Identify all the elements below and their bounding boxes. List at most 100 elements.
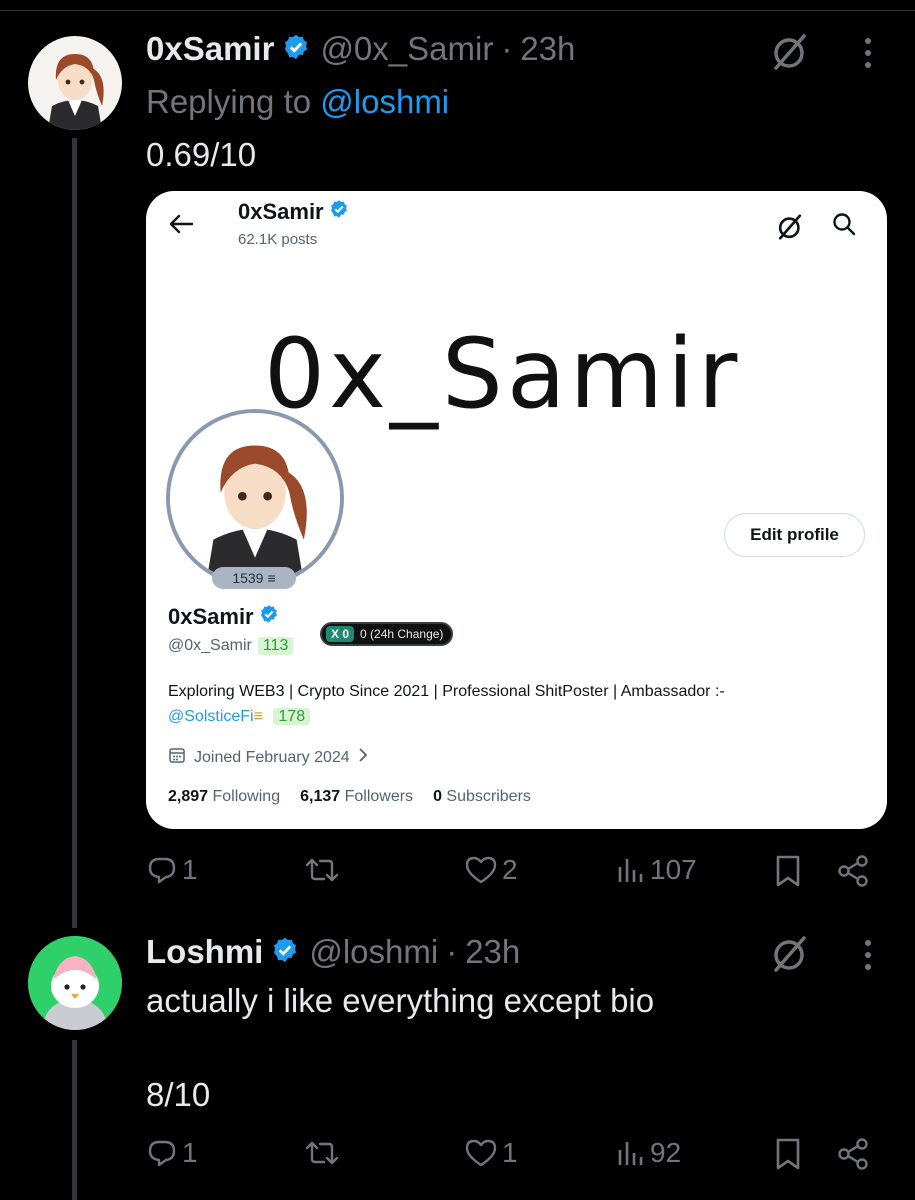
tweet-actions: 1 1 92	[146, 1137, 876, 1177]
search-icon	[831, 211, 857, 242]
reply-button[interactable]: 1	[146, 1137, 198, 1169]
card-header-name: 0xSamir	[238, 199, 349, 225]
avatar-badge-count: 1539	[232, 570, 264, 586]
stack-icon: ≡	[267, 570, 276, 586]
like-icon	[464, 854, 498, 886]
views-count: 92	[650, 1137, 682, 1168]
verified-icon	[329, 199, 349, 225]
following-count: 2,897	[168, 788, 209, 805]
grok-icon[interactable]	[770, 32, 810, 77]
replying-prefix: Replying to	[146, 83, 312, 120]
joined-text: Joined February 2024	[194, 748, 350, 766]
reply-count: 1	[182, 854, 198, 885]
followers-count: 6,137	[300, 788, 341, 805]
views-count: 107	[650, 854, 697, 885]
handle[interactable]: @loshmi	[309, 933, 438, 971]
replying-mention[interactable]: @loshmi	[320, 83, 449, 120]
bookmark-icon	[774, 1137, 802, 1171]
change-pill-score: X 0	[326, 626, 355, 642]
stack-icon: ≡	[253, 708, 263, 725]
verified-icon	[282, 33, 310, 66]
share-button[interactable]	[836, 1137, 870, 1171]
subscribers-label: Subscribers	[446, 788, 531, 805]
avatar[interactable]	[28, 936, 122, 1030]
embedded-profile-image[interactable]: 0xSamir 62.1K posts 0x_Samir 1539 ≡ Edit…	[146, 191, 887, 829]
calendar-icon	[168, 746, 186, 769]
separator-dot: ·	[501, 30, 513, 67]
change-pill-text: 0 (24h Change)	[360, 627, 444, 641]
verified-icon	[259, 604, 279, 630]
share-button[interactable]	[836, 854, 870, 888]
handle-score-chip: 113	[257, 637, 294, 655]
banner-text: 0x_Samir	[264, 318, 741, 430]
verified-icon	[271, 936, 299, 969]
card-display-name: 0xSamir	[168, 604, 279, 630]
reply-icon	[146, 1137, 178, 1169]
edit-profile-button: Edit profile	[724, 513, 865, 557]
tweet-actions: 1 2 107	[146, 854, 876, 894]
like-icon	[464, 1137, 498, 1169]
followers-label: Followers	[344, 788, 414, 805]
avatar-badge: 1539 ≡	[212, 567, 296, 589]
card-display-name-text: 0xSamir	[168, 604, 254, 629]
bio-link: @SolsticeFi	[168, 708, 254, 725]
display-name[interactable]: Loshmi	[146, 933, 263, 971]
following-label: Following	[212, 788, 281, 805]
timestamp[interactable]: 23h	[465, 933, 520, 971]
card-bio: Exploring WEB3 | Crypto Since 2021 | Pro…	[168, 679, 868, 729]
timestamp[interactable]: 23h	[520, 30, 575, 68]
thread-line	[72, 138, 77, 928]
banner-handwriting: 0x_Samir	[264, 318, 741, 430]
card-stats: 2,897 Following 6,137 Followers 0 Subscr…	[168, 788, 531, 806]
share-icon	[836, 854, 870, 888]
followers-stat: 6,137 Followers	[300, 788, 413, 806]
chevron-right-icon	[358, 747, 368, 768]
card-handle: @0x_Samir	[168, 637, 252, 654]
reply-button[interactable]: 1	[146, 854, 198, 886]
like-count: 1	[502, 1137, 518, 1168]
grok-icon[interactable]	[770, 934, 810, 979]
separator-dot: ·	[446, 933, 458, 970]
like-count: 2	[502, 854, 518, 885]
tweet-text: 0.69/10	[146, 136, 257, 173]
bookmark-button[interactable]	[774, 854, 802, 888]
repost-icon	[304, 854, 340, 886]
views-button[interactable]: 92	[616, 1137, 681, 1169]
joined-date: Joined February 2024	[168, 746, 368, 769]
handle[interactable]: @0x_Samir	[320, 30, 493, 68]
share-icon	[836, 1137, 870, 1171]
grok-icon	[776, 213, 804, 246]
replying-to: Replying to @loshmi	[146, 83, 449, 121]
more-icon[interactable]	[858, 938, 878, 977]
reply-icon	[146, 854, 178, 886]
like-button[interactable]: 1	[464, 1137, 518, 1169]
card-post-count: 62.1K posts	[238, 231, 318, 248]
repost-icon	[304, 1137, 340, 1169]
repost-button[interactable]	[304, 1137, 340, 1169]
more-icon[interactable]	[858, 36, 878, 75]
tweet-text-line-1: actually i like everything except bio	[146, 982, 655, 1019]
avatar[interactable]	[28, 36, 122, 130]
card-avatar	[166, 409, 344, 587]
bio-score-chip: 178	[273, 708, 311, 725]
reply-count: 1	[182, 1137, 198, 1168]
subscribers-count: 0	[433, 788, 442, 805]
views-icon	[616, 1138, 646, 1168]
tweet-text-line-2: 8/10	[146, 1076, 211, 1113]
tweet-header: Loshmi @loshmi · 23h	[146, 933, 520, 971]
thread-line	[72, 1040, 77, 1200]
subscribers-stat: 0 Subscribers	[433, 788, 531, 806]
views-button[interactable]: 107	[616, 854, 697, 886]
tweet-header: 0xSamir @0x_Samir · 23h	[146, 30, 575, 68]
following-stat: 2,897 Following	[168, 788, 280, 806]
bookmark-icon	[774, 854, 802, 888]
views-icon	[616, 855, 646, 885]
repost-button[interactable]	[304, 854, 340, 886]
bookmark-button[interactable]	[774, 1137, 802, 1171]
back-arrow-icon	[168, 213, 194, 240]
change-pill: X 0 0 (24h Change)	[320, 622, 454, 646]
display-name[interactable]: 0xSamir	[146, 30, 274, 68]
card-handle-row: @0x_Samir 113	[168, 637, 294, 655]
like-button[interactable]: 2	[464, 854, 518, 886]
top-divider	[0, 10, 915, 11]
